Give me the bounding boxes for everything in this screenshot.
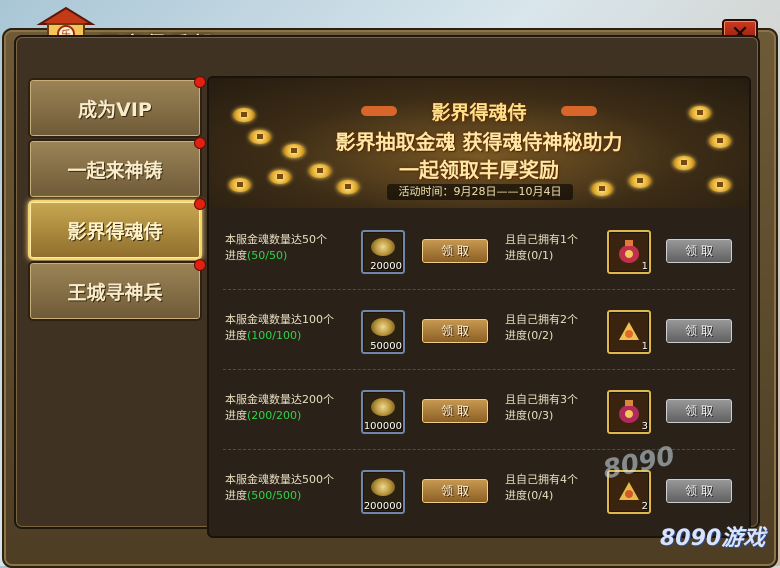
gift-bag-icon	[619, 400, 639, 423]
own-condition-text: 且自己拥有1个	[505, 233, 578, 246]
event-period: 活动时间：9月28日——10月4日	[387, 184, 573, 200]
own-progress: 进度(0/4)	[505, 489, 554, 502]
sidebar-item-label: 一起来神铸	[67, 159, 163, 182]
gold-soul-icon	[371, 238, 395, 256]
gold-soul-reward-slot[interactable]: 20000	[361, 230, 405, 274]
condition-text: 本服金魂数量达500个	[225, 473, 334, 486]
own-progress: 进度(0/3)	[505, 409, 554, 422]
progress-value: (50/50)	[247, 249, 288, 262]
gold-soul-reward-slot[interactable]: 200000	[361, 470, 405, 514]
site-logo: 8090游戏	[660, 520, 765, 552]
own-claim-button[interactable]: 领 取	[665, 398, 733, 424]
sidebar-item-soul[interactable]: 影界得魂侍	[28, 198, 206, 260]
banner-title: 影界得魂侍	[431, 102, 527, 124]
progress-label: 进度	[225, 489, 247, 502]
own-condition-text: 且自己拥有4个	[505, 473, 578, 486]
server-condition: 本服金魂数量达200个 进度(200/200)	[225, 392, 334, 424]
gold-soul-reward-slot[interactable]: 50000	[361, 310, 405, 354]
progress-value: (500/500)	[247, 489, 302, 502]
sidebar-item-label: 影界得魂侍	[67, 220, 163, 243]
reward-count: 20000	[370, 261, 402, 272]
own-claim-button[interactable]: 领 取	[665, 318, 733, 344]
notification-badge	[194, 198, 206, 210]
reward-count: 2	[641, 501, 648, 512]
own-condition: 且自己拥有4个 进度(0/4)	[505, 472, 578, 504]
progress-value: (100/100)	[247, 329, 302, 342]
own-condition-text: 且自己拥有3个	[505, 393, 578, 406]
gift-bag-icon	[619, 322, 639, 340]
gold-coin-icon	[591, 182, 613, 196]
notification-badge	[194, 259, 206, 271]
sidebar-item-vip[interactable]: 成为VIP	[28, 76, 206, 138]
gift-bag-reward-slot[interactable]: 3	[607, 390, 651, 434]
gold-soul-reward-slot[interactable]: 100000	[361, 390, 405, 434]
own-progress: 进度(0/1)	[505, 249, 554, 262]
reward-count: 100000	[363, 421, 402, 432]
notification-badge	[194, 76, 206, 88]
gold-soul-icon	[371, 318, 395, 336]
gold-soul-icon	[371, 398, 395, 416]
claim-button[interactable]: 领 取	[421, 238, 489, 264]
reward-count: 3	[641, 421, 648, 432]
claim-button[interactable]: 领 取	[421, 318, 489, 344]
own-claim-button[interactable]: 领 取	[665, 238, 733, 264]
claim-button[interactable]: 领 取	[421, 478, 489, 504]
condition-text: 本服金魂数量达50个	[225, 233, 327, 246]
reward-count: 1	[641, 261, 648, 272]
gift-bag-reward-slot[interactable]: 1	[607, 230, 651, 274]
progress-label: 进度	[225, 329, 247, 342]
reward-row: 本服金魂数量达100个 进度(100/100) 50000 领 取 且自己拥有2…	[209, 290, 749, 370]
logo-number: 8090	[660, 526, 722, 551]
condition-text: 本服金魂数量达200个	[225, 393, 334, 406]
banner-subtitle: 影界抽取金魂 获得魂侍神秘助力	[335, 130, 623, 154]
progress-value: (200/200)	[247, 409, 302, 422]
notification-badge	[194, 137, 206, 149]
own-progress: 进度(0/2)	[505, 329, 554, 342]
progress-label: 进度	[225, 249, 247, 262]
gift-bag-reward-slot[interactable]: 1	[607, 310, 651, 354]
gold-soul-icon	[371, 478, 395, 496]
claim-button[interactable]: 领 取	[421, 398, 489, 424]
condition-text: 本服金魂数量达100个	[225, 313, 334, 326]
reward-row: 本服金魂数量达50个 进度(50/50) 20000 领 取 且自己拥有1个 进…	[209, 210, 749, 290]
reward-count: 200000	[363, 501, 402, 512]
sidebar-item-forge[interactable]: 一起来神铸	[28, 137, 206, 199]
reward-count: 1	[641, 341, 648, 352]
own-condition: 且自己拥有3个 进度(0/3)	[505, 392, 578, 424]
sidebar-item-weapon[interactable]: 王城寻神兵	[28, 259, 206, 321]
sidebar-item-label: 王城寻神兵	[67, 281, 163, 304]
progress-label: 进度	[225, 409, 247, 422]
server-condition: 本服金魂数量达50个 进度(50/50)	[225, 232, 327, 264]
own-condition-text: 且自己拥有2个	[505, 313, 578, 326]
server-condition: 本服金魂数量达100个 进度(100/100)	[225, 312, 334, 344]
sidebar-item-label: 成为VIP	[78, 98, 152, 121]
reward-row: 本服金魂数量达200个 进度(200/200) 100000 领 取 且自己拥有…	[209, 370, 749, 450]
own-condition: 且自己拥有1个 进度(0/1)	[505, 232, 578, 264]
gift-bag-icon	[619, 240, 639, 263]
banner-subtitle-2: 一起领取丰厚奖励	[399, 158, 559, 182]
logo-word: 游戏	[721, 526, 766, 551]
own-condition: 且自己拥有2个 进度(0/2)	[505, 312, 578, 344]
event-banner: 影界得魂侍 影界抽取金魂 获得魂侍神秘助力 一起领取丰厚奖励 活动时间：9月28…	[209, 78, 749, 208]
reward-count: 50000	[370, 341, 402, 352]
server-condition: 本服金魂数量达500个 进度(500/500)	[225, 472, 334, 504]
